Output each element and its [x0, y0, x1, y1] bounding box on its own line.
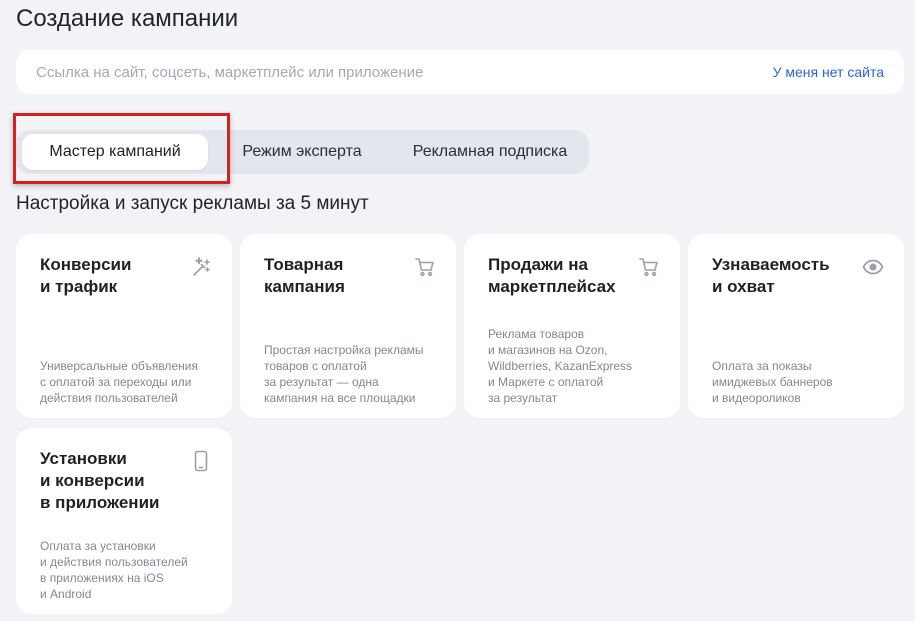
card-product-campaign[interactable]: Товарная кампания Простая настройка рекл… — [240, 234, 456, 418]
card-marketplace-sales[interactable]: Продажи на маркетплейсах Реклама товаров… — [464, 234, 680, 418]
cart-icon — [638, 256, 660, 278]
cart-icon — [414, 256, 436, 278]
no-site-link[interactable]: У меня нет сайта — [773, 63, 884, 81]
card-description: Оплата за установки и действия пользоват… — [40, 539, 188, 601]
magic-wand-icon — [190, 256, 212, 278]
card-description: Оплата за показы имиджевых баннеров и ви… — [712, 359, 833, 405]
card-title: Конверсии и трафик — [40, 255, 132, 296]
tab-ad-subscription[interactable]: Рекламная подписка — [392, 134, 588, 170]
tab-expert-mode[interactable]: Режим эксперта — [220, 134, 384, 170]
eye-icon — [862, 256, 884, 278]
card-app-installs[interactable]: Установки и конверсии в приложении Оплат… — [16, 428, 232, 614]
card-description: Реклама товаров и магазинов на Ozon, Wil… — [488, 327, 633, 405]
card-title: Продажи на маркетплейсах — [488, 255, 616, 296]
card-title: Товарная кампания — [264, 255, 345, 296]
mode-tabs: Мастер кампаний Режим эксперта Рекламная… — [16, 130, 589, 174]
card-title: Узнаваемость и охват — [712, 255, 830, 296]
card-awareness-reach[interactable]: Узнаваемость и охват Оплата за показы им… — [688, 234, 904, 418]
site-url-input[interactable] — [16, 50, 756, 94]
smartphone-icon — [190, 450, 212, 472]
page-title: Создание кампании — [16, 5, 239, 32]
section-title: Настройка и запуск рекламы за 5 минут — [16, 193, 369, 214]
card-description: Универсальные объявления с оплатой за пе… — [40, 359, 198, 405]
card-description: Простая настройка рекламы товаров с опла… — [264, 343, 424, 405]
card-conversions-traffic[interactable]: Конверсии и трафик Универсальные объявле… — [16, 234, 232, 418]
tab-campaign-master[interactable]: Мастер кампаний — [22, 134, 208, 170]
card-title: Установки и конверсии в приложении — [40, 449, 160, 512]
url-bar: У меня нет сайта — [16, 50, 904, 94]
